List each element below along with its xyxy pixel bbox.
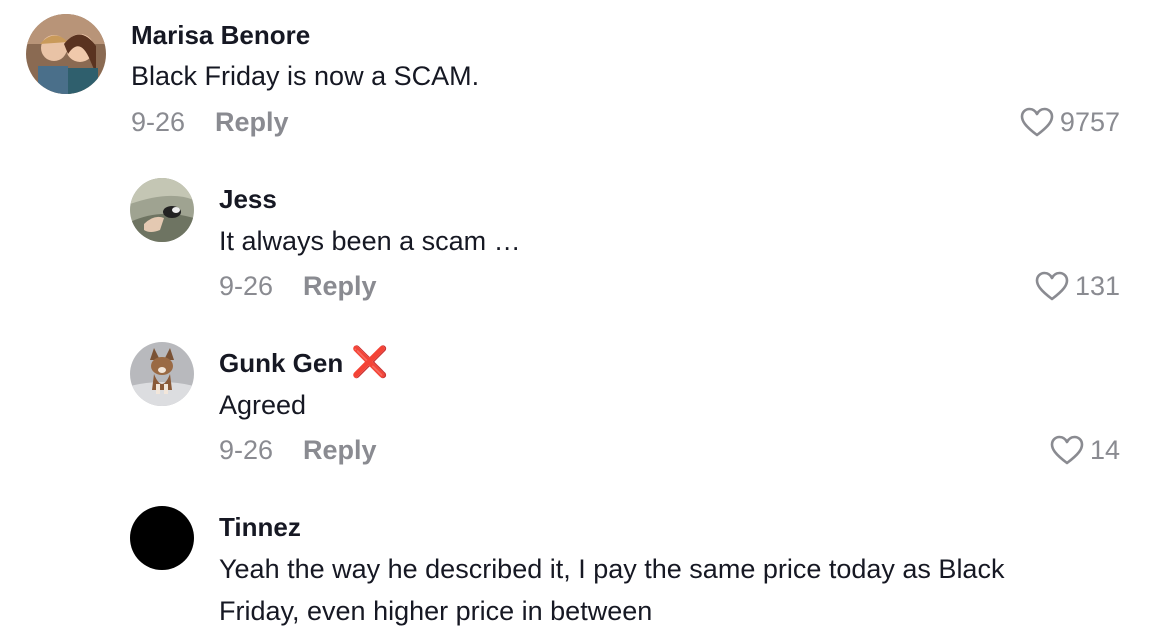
comment-username[interactable]: Tinnez [219, 512, 301, 542]
heart-icon [1035, 271, 1069, 301]
avatar[interactable] [130, 178, 194, 242]
comment-username-text: Gunk Gen [219, 348, 344, 378]
heart-icon [1020, 107, 1054, 137]
cross-mark-icon: ❌ [351, 346, 389, 379]
comment-username[interactable]: Marisa Benore [131, 20, 310, 50]
comment-meta: 9-26 Reply [131, 106, 289, 138]
avatar[interactable] [130, 342, 194, 406]
like-button[interactable]: 14 [1050, 434, 1120, 466]
reply-item: Jess It always been a scam … 9-26 Reply 1… [0, 170, 1160, 320]
like-button[interactable]: 9757 [1020, 106, 1120, 138]
comment-text-line: Friday, even higher price in between [219, 596, 653, 626]
like-count: 131 [1074, 271, 1120, 301]
comment-text-line: Yeah the way he described it, I pay the … [219, 554, 1005, 584]
avatar[interactable] [130, 506, 194, 570]
reply-item: Gunk Gen ❌ Agreed 9-26 Reply 14 [0, 334, 1160, 484]
comment-text: Agreed [219, 390, 307, 420]
comment-text: Black Friday is now a SCAM. [131, 61, 480, 91]
reply-item: Tinnez Yeah the way he described it, I p… [0, 498, 1160, 634]
comment-meta: 9-26 Reply [219, 270, 377, 302]
comment-username[interactable]: Gunk Gen ❌ [219, 346, 389, 379]
reply-button[interactable]: Reply [303, 271, 377, 301]
reply-button[interactable]: Reply [215, 107, 289, 137]
like-count: 14 [1089, 435, 1120, 465]
avatar[interactable] [26, 14, 106, 94]
comment-text: It always been a scam … [219, 226, 521, 256]
comment-item: Marisa Benore Black Friday is now a SCAM… [0, 0, 1160, 150]
like-count: 9757 [1059, 107, 1120, 137]
comment-date: 9-26 [219, 435, 274, 465]
comment-meta: 9-26 Reply [219, 434, 377, 466]
comment-date: 9-26 [131, 107, 186, 137]
reply-button[interactable]: Reply [303, 435, 377, 465]
like-button[interactable]: 131 [1035, 270, 1120, 302]
comment-date: 9-26 [219, 271, 274, 301]
comment-username[interactable]: Jess [219, 184, 277, 214]
heart-icon [1050, 435, 1084, 465]
